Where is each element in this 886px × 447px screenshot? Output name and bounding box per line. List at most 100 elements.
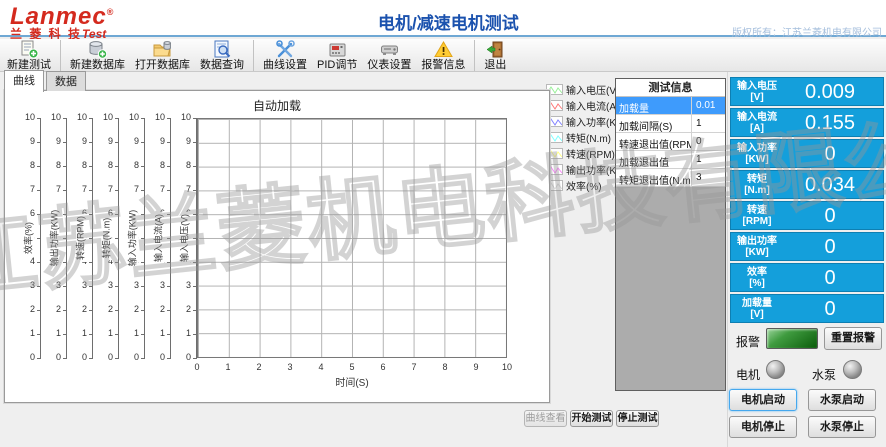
toolbar-button[interactable]: 新建数据库 xyxy=(60,40,130,71)
y-tick-label: 6 xyxy=(17,208,35,219)
app-window: Lanmec® 兰 菱 科 技Test 电机/减速电机测试 版权所有：江苏兰菱机… xyxy=(0,0,886,447)
toolbar-button[interactable]: 新建测试 xyxy=(2,40,56,71)
toolbar-button-label: 退出 xyxy=(484,59,506,71)
start-test-button[interactable]: 开始测试 xyxy=(570,410,613,427)
toolbar-button[interactable]: 仪表设置 xyxy=(362,40,416,71)
y-tick-mark xyxy=(63,310,66,311)
brand-text: Lanmec® xyxy=(10,1,114,28)
y-tick-mark xyxy=(167,166,170,167)
y-tick-mark xyxy=(141,118,144,119)
toolbar: 新建测试 新建数据库 打开数据库 数据查询 曲线设置 xyxy=(0,39,886,72)
readout-value: 0 xyxy=(783,143,883,165)
legend-item: 输入电压(V) xyxy=(546,82,614,97)
y-tick-label: 3 xyxy=(121,280,139,291)
toolbar-button[interactable]: 报警信息 xyxy=(416,40,470,71)
x-tick-label: 5 xyxy=(345,362,359,372)
y-tick-mark xyxy=(115,166,118,167)
legend-label: 效率(%) xyxy=(566,178,602,193)
y-tick-label: 10 xyxy=(95,112,113,123)
y-tick-mark xyxy=(115,142,118,143)
y-tick-label: 9 xyxy=(121,136,139,147)
table-row[interactable]: 加载退出值 1 xyxy=(616,151,725,169)
row-label: 加载退出值 xyxy=(616,151,692,168)
tab[interactable]: 曲线 xyxy=(4,70,44,92)
toolbar-button[interactable]: 打开数据库 xyxy=(130,40,195,71)
readout-box: 转速[RPM] 0 xyxy=(730,201,884,230)
toolbar-button-label: PID调节 xyxy=(317,59,357,71)
y-tick-mark xyxy=(167,190,170,191)
row-value: 1 xyxy=(692,151,725,168)
y-axis-title: 转速(RPM) xyxy=(74,214,87,262)
x-tick-label: 8 xyxy=(438,362,452,372)
chart-panel: 自动加载 109876543210效率(%)109876543210输出功率(K… xyxy=(4,90,550,403)
new-database-icon xyxy=(88,40,107,59)
motor-start-button[interactable]: 电机启动 xyxy=(729,389,797,411)
y-tick-mark xyxy=(193,118,196,119)
y-tick-label: 2 xyxy=(95,304,113,315)
curve-settings-icon xyxy=(276,40,295,59)
pump-stop-button[interactable]: 水泵停止 xyxy=(808,416,876,438)
x-tick-label: 1 xyxy=(221,362,235,372)
y-tick-mark xyxy=(167,238,170,239)
readout-value: 0 xyxy=(783,267,883,289)
readout-box: 加载量[V] 0 xyxy=(730,294,884,323)
y-tick-label: 3 xyxy=(147,280,165,291)
toolbar-button[interactable]: PID调节 xyxy=(312,40,362,71)
data-query-icon xyxy=(213,40,232,59)
y-tick-label: 8 xyxy=(95,160,113,171)
y-tick-label: 0 xyxy=(121,352,139,363)
readout-label: 转速[RPM] xyxy=(731,205,783,227)
y-tick-mark xyxy=(63,118,66,119)
y-tick-mark xyxy=(115,214,118,215)
y-axes: 109876543210效率(%)109876543210输出功率(KW)109… xyxy=(15,118,197,358)
toolbar-button[interactable]: 曲线设置 xyxy=(253,40,312,71)
tab[interactable]: 数据 xyxy=(46,71,86,91)
toolbar-button-label: 仪表设置 xyxy=(367,59,411,71)
row-value: 0.01 xyxy=(692,97,725,114)
y-tick-mark xyxy=(141,286,144,287)
y-tick-label: 3 xyxy=(95,280,113,291)
y-tick-label: 2 xyxy=(43,304,61,315)
y-axis: 109876543210输入电流(A) xyxy=(145,118,171,358)
table-row[interactable]: 加载间隔(S) 1 xyxy=(616,115,725,133)
pump-label: 水泵 xyxy=(812,366,836,383)
y-tick-mark xyxy=(193,166,196,167)
copyright-text: 版权所有：江苏兰菱机电有限公司 xyxy=(732,24,882,39)
y-tick-mark xyxy=(37,334,40,335)
row-label: 转速退出值(RPM) xyxy=(616,133,692,150)
motor-stop-button[interactable]: 电机停止 xyxy=(729,416,797,438)
y-tick-label: 0 xyxy=(43,352,61,363)
y-tick-label: 10 xyxy=(17,112,35,123)
y-tick-label: 8 xyxy=(43,160,61,171)
y-tick-label: 1 xyxy=(69,328,87,339)
toolbar-button[interactable]: 数据查询 xyxy=(195,40,249,71)
y-tick-mark xyxy=(63,334,66,335)
readout-label: 输入功率[KW] xyxy=(731,143,783,165)
open-database-icon xyxy=(153,40,172,59)
y-tick-mark xyxy=(115,238,118,239)
y-tick-mark xyxy=(141,310,144,311)
y-axis: 109876543210转矩(N.m) xyxy=(93,118,119,358)
y-axis-title: 输入电流(A) xyxy=(152,212,165,264)
x-tick-label: 3 xyxy=(283,362,297,372)
pump-start-button[interactable]: 水泵启动 xyxy=(808,389,876,411)
row-value: 0 xyxy=(692,133,725,150)
readout-label: 输入电压[V] xyxy=(731,81,783,103)
y-tick-mark xyxy=(167,214,170,215)
y-axis: 109876543210输出功率(KW) xyxy=(41,118,67,358)
y-tick-mark xyxy=(63,166,66,167)
y-axis-title: 输出功率(KW) xyxy=(48,208,61,269)
table-row[interactable]: 转矩退出值(N.m) 3 xyxy=(616,169,725,187)
stop-test-button[interactable]: 停止测试 xyxy=(616,410,659,427)
reset-alarm-button[interactable]: 重置报警 xyxy=(824,327,882,350)
y-tick-label: 2 xyxy=(17,304,35,315)
y-tick-label: 9 xyxy=(147,136,165,147)
table-row[interactable]: 转速退出值(RPM) 0 xyxy=(616,133,725,151)
y-tick-mark xyxy=(63,262,66,263)
motor-label: 电机 xyxy=(736,366,760,383)
table-row[interactable]: 加载量 0.01 xyxy=(616,97,725,115)
y-tick-label: 7 xyxy=(121,184,139,195)
toolbar-button[interactable]: 退出 xyxy=(474,40,511,71)
view-curve-button[interactable]: 曲线查看 xyxy=(524,410,567,427)
y-tick-mark xyxy=(37,118,40,119)
